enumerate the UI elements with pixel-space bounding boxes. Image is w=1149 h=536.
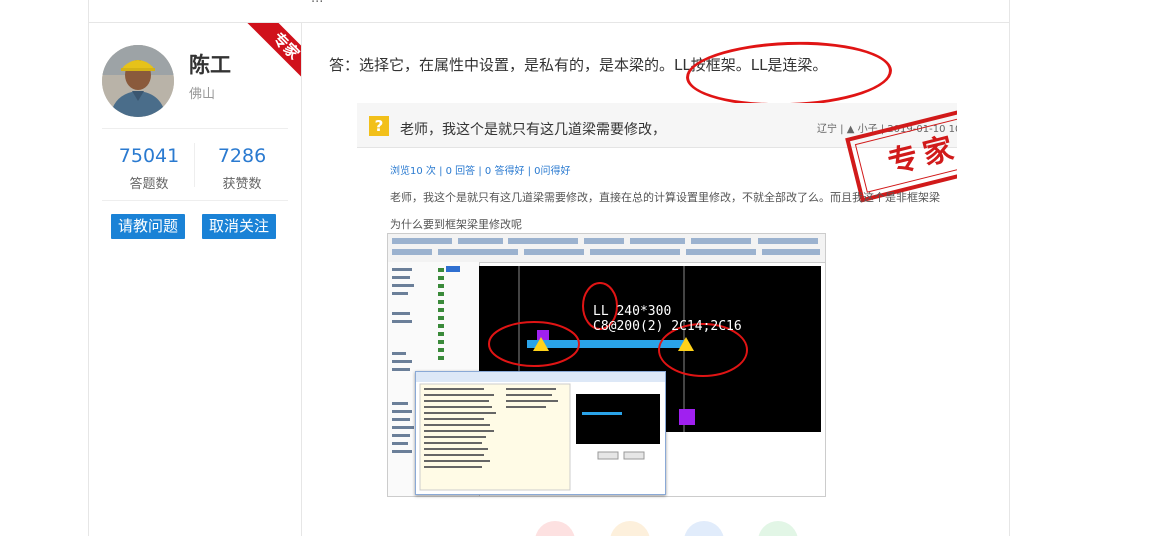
like-reaction-button[interactable] [535,521,575,536]
cad-beam-label-1: LL 240*300 [593,304,672,319]
top-bar-ellipsis: ... [311,0,323,6]
expert-badge: 专家 [246,23,301,85]
question-title: 老师，我这个是就只有这几道梁需要修改， [400,122,666,138]
divider [102,128,288,129]
answer-image[interactable]: ? 老师，我这个是就只有这几道梁需要修改， 辽宁 | ▲ 小子 | 2019-0… [357,103,957,536]
share-reaction-button[interactable] [684,521,724,536]
stat-answers-label: 答题数 [129,177,169,192]
cad-screenshot: LL 240*300 C8@200(2) 2C14;2C16 [387,233,826,497]
unfollow-button[interactable]: 取消关注 [202,214,277,239]
star-reaction-button[interactable] [610,521,650,536]
question-body-line1: 老师，我这个是就只有这几道梁需要修改，直接在总的计算设置里修改，不就全部改了么。… [390,191,940,204]
divider [102,200,288,201]
stat-likes: 7286 获赞数 [196,145,288,192]
cad-toolbar [388,234,825,263]
stat-likes-value: 7286 [217,145,267,167]
cad-dialog [415,371,666,495]
comment-reaction-button[interactable] [758,521,798,536]
question-icon: ? [369,116,389,136]
top-bar: ... [89,0,1009,23]
question-body-line2: 为什么要到框架梁里修改呢 [390,218,522,231]
user-city: 佛山 [189,87,216,102]
highlight-ellipse [684,38,894,110]
expert-ribbon: 专家 [239,23,301,85]
cad-beam-label-2: C8@200(2) 2C14;2C16 [593,319,742,334]
page-container: ... 陈工 佛山 专家 75041 答题数 7286 获 [88,0,1010,536]
stat-likes-label: 获赞数 [222,177,262,192]
stat-answers: 75041 答题数 [103,145,195,192]
avatar[interactable] [102,45,174,117]
stat-answers-value: 75041 [118,145,180,167]
user-name[interactable]: 陈工 [189,49,231,79]
question-stats: 浏览10 次 | 0 回答 | 0 答得好 | 0问得好 [390,166,571,177]
ask-question-button[interactable]: 请教问题 [111,214,186,239]
user-card: 陈工 佛山 专家 75041 答题数 7286 获赞数 请教问题 取消关注 [89,23,302,536]
